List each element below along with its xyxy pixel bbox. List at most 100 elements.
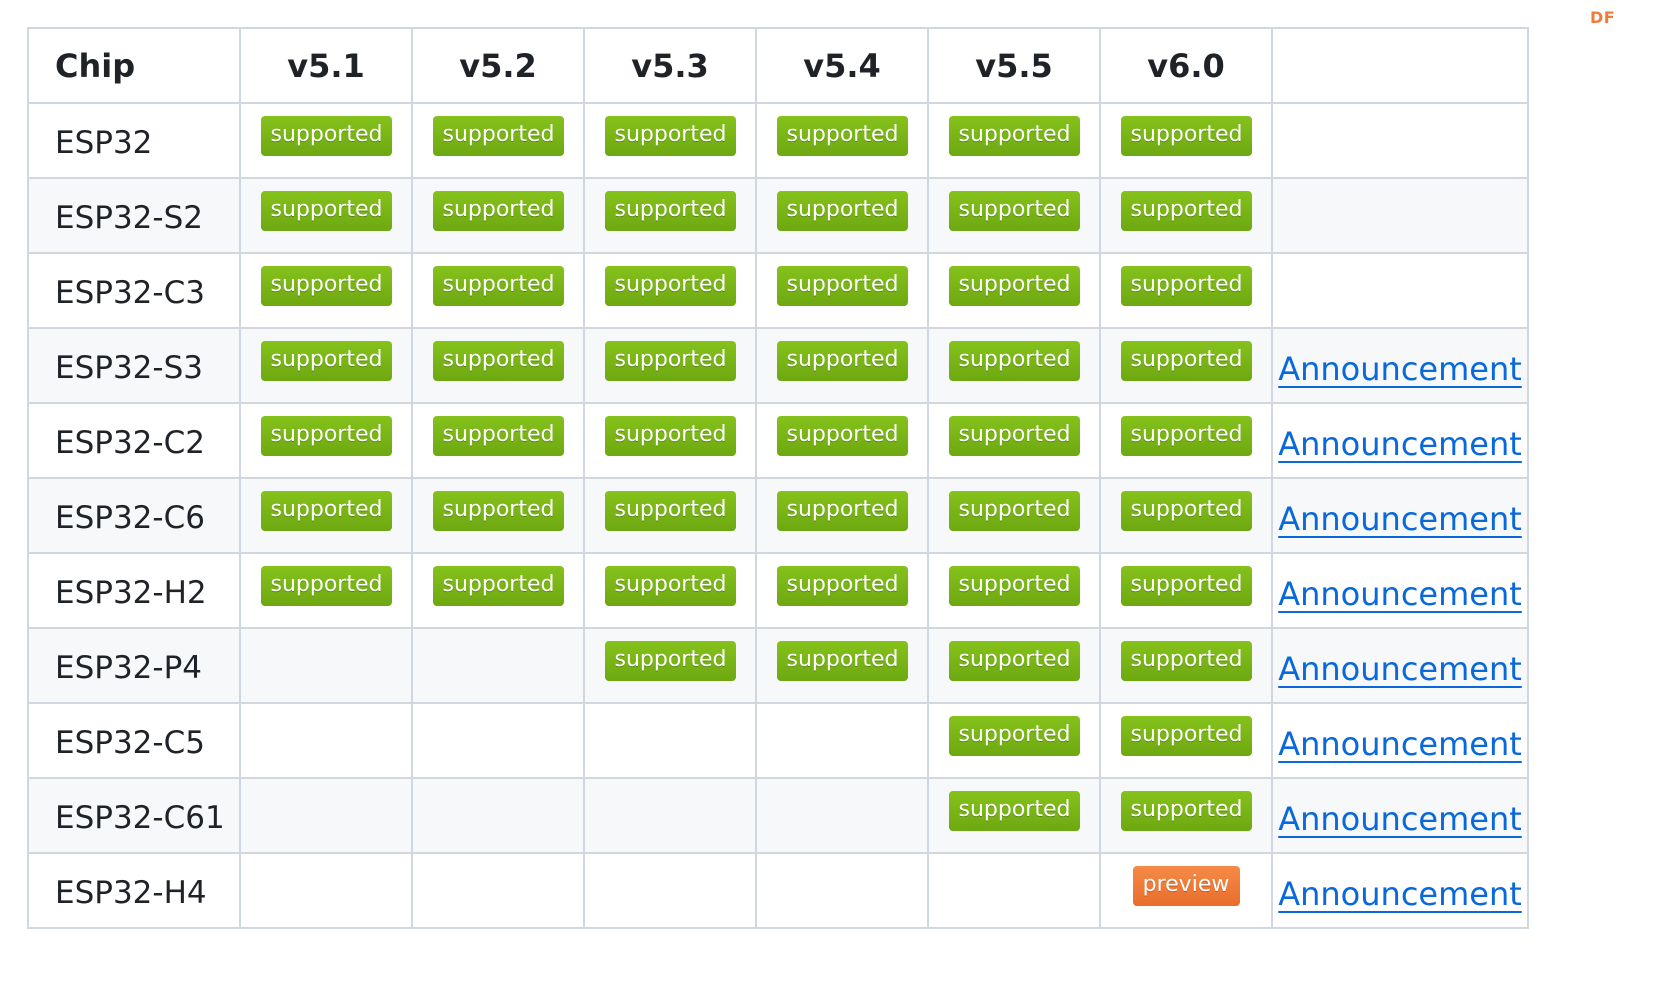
- version-cell: supported: [583, 552, 757, 629]
- chip-name: ESP32-P4: [27, 627, 241, 704]
- supported-badge: supported: [1120, 116, 1252, 156]
- announcement-link[interactable]: Announcement: [1278, 500, 1522, 538]
- version-cell: [411, 777, 585, 854]
- supported-badge: supported: [432, 341, 564, 381]
- supported-badge: supported: [432, 116, 564, 156]
- announcement-link[interactable]: Announcement: [1278, 575, 1522, 613]
- announcement-link[interactable]: Announcement: [1278, 725, 1522, 763]
- version-cell: [755, 777, 929, 854]
- table-row: ESP32-C6 supported supported supported suppo…: [27, 477, 1529, 554]
- supported-badge: supported: [1120, 266, 1252, 306]
- supported-badge: supported: [260, 266, 392, 306]
- supported-badge: supported: [1120, 641, 1252, 681]
- announcement-cell: Announcement: [1271, 852, 1529, 929]
- version-cell: supported: [583, 402, 757, 479]
- chip-name: ESP32-C61: [27, 777, 241, 854]
- version-cell: supported: [1099, 627, 1273, 704]
- supported-badge: supported: [432, 566, 564, 606]
- version-cell: supported: [927, 177, 1101, 254]
- chip-name: ESP32-H2: [27, 552, 241, 629]
- version-cell: supported: [1099, 177, 1273, 254]
- version-cell: supported: [1099, 477, 1273, 554]
- version-cell: supported: [927, 702, 1101, 779]
- chip-name: ESP32-S3: [27, 327, 241, 404]
- version-cell: supported: [583, 327, 757, 404]
- announcement-cell: Announcement: [1271, 402, 1529, 479]
- version-cell: supported: [411, 102, 585, 179]
- version-cell: [583, 702, 757, 779]
- announcement-link[interactable]: Announcement: [1278, 350, 1522, 388]
- column-header-version: v5.3: [583, 27, 757, 104]
- supported-badge: supported: [432, 491, 564, 531]
- announcement-link[interactable]: Announcement: [1278, 800, 1522, 838]
- supported-badge: supported: [948, 566, 1080, 606]
- supported-badge: supported: [948, 641, 1080, 681]
- version-cell: supported: [1099, 102, 1273, 179]
- version-cell: [239, 777, 413, 854]
- chip-name: ESP32-S2: [27, 177, 241, 254]
- supported-badge: supported: [1120, 491, 1252, 531]
- supported-badge: supported: [604, 116, 736, 156]
- version-cell: supported: [411, 327, 585, 404]
- version-cell: supported: [927, 627, 1101, 704]
- supported-badge: supported: [604, 341, 736, 381]
- version-cell: supported: [927, 252, 1101, 329]
- supported-badge: supported: [1120, 416, 1252, 456]
- supported-badge: supported: [604, 491, 736, 531]
- version-cell: supported: [755, 177, 929, 254]
- version-cell: supported: [927, 102, 1101, 179]
- version-cell: [755, 702, 929, 779]
- supported-badge: supported: [260, 116, 392, 156]
- announcement-cell: Announcement: [1271, 477, 1529, 554]
- supported-badge: supported: [776, 341, 908, 381]
- version-cell: supported: [411, 477, 585, 554]
- announcement-link[interactable]: Announcement: [1278, 425, 1522, 463]
- supported-badge: supported: [260, 416, 392, 456]
- version-cell: supported: [583, 477, 757, 554]
- supported-badge: supported: [948, 416, 1080, 456]
- table-row: ESP32-H2 supported supported supported suppo…: [27, 552, 1529, 629]
- supported-badge: supported: [604, 641, 736, 681]
- announcement-link[interactable]: Announcement: [1278, 875, 1522, 913]
- table-row: ESP32-C2 supported supported supported suppo…: [27, 402, 1529, 479]
- column-header-link: [1271, 27, 1529, 104]
- announcement-cell: [1271, 252, 1529, 329]
- version-cell: supported: [1099, 252, 1273, 329]
- chip-name: ESP32-C6: [27, 477, 241, 554]
- announcement-cell: [1271, 102, 1529, 179]
- table-row: ESP32-C61 supported supported Announcement: [27, 777, 1529, 854]
- preview-badge: preview: [1132, 866, 1240, 906]
- version-cell: preview: [1099, 852, 1273, 929]
- supported-badge: supported: [432, 266, 564, 306]
- version-cell: supported: [239, 402, 413, 479]
- supported-badge: supported: [604, 191, 736, 231]
- version-cell: supported: [755, 102, 929, 179]
- table-row: ESP32-S2 supported supported supported suppo…: [27, 177, 1529, 254]
- version-cell: supported: [1099, 777, 1273, 854]
- version-cell: supported: [583, 627, 757, 704]
- supported-badge: supported: [776, 416, 908, 456]
- version-cell: [411, 852, 585, 929]
- supported-badge: supported: [260, 566, 392, 606]
- supported-badge: supported: [604, 416, 736, 456]
- announcement-link[interactable]: Announcement: [1278, 650, 1522, 688]
- version-cell: [411, 627, 585, 704]
- supported-badge: supported: [948, 266, 1080, 306]
- header-row: Chip v5.1 v5.2 v5.3 v5.4 v5.5 v6.0: [27, 27, 1529, 104]
- version-cell: [583, 777, 757, 854]
- column-header-chip: Chip: [27, 27, 241, 104]
- supported-badge: supported: [948, 491, 1080, 531]
- chip-name: ESP32-C5: [27, 702, 241, 779]
- version-cell: [927, 852, 1101, 929]
- version-cell: [411, 702, 585, 779]
- version-cell: supported: [239, 552, 413, 629]
- version-cell: supported: [239, 477, 413, 554]
- supported-badge: supported: [432, 191, 564, 231]
- version-cell: supported: [927, 477, 1101, 554]
- supported-badge: supported: [1120, 341, 1252, 381]
- announcement-cell: Announcement: [1271, 702, 1529, 779]
- table-row: ESP32-S3 supported supported supported suppo…: [27, 327, 1529, 404]
- announcement-cell: Announcement: [1271, 552, 1529, 629]
- chip-name: ESP32-H4: [27, 852, 241, 929]
- version-cell: supported: [755, 477, 929, 554]
